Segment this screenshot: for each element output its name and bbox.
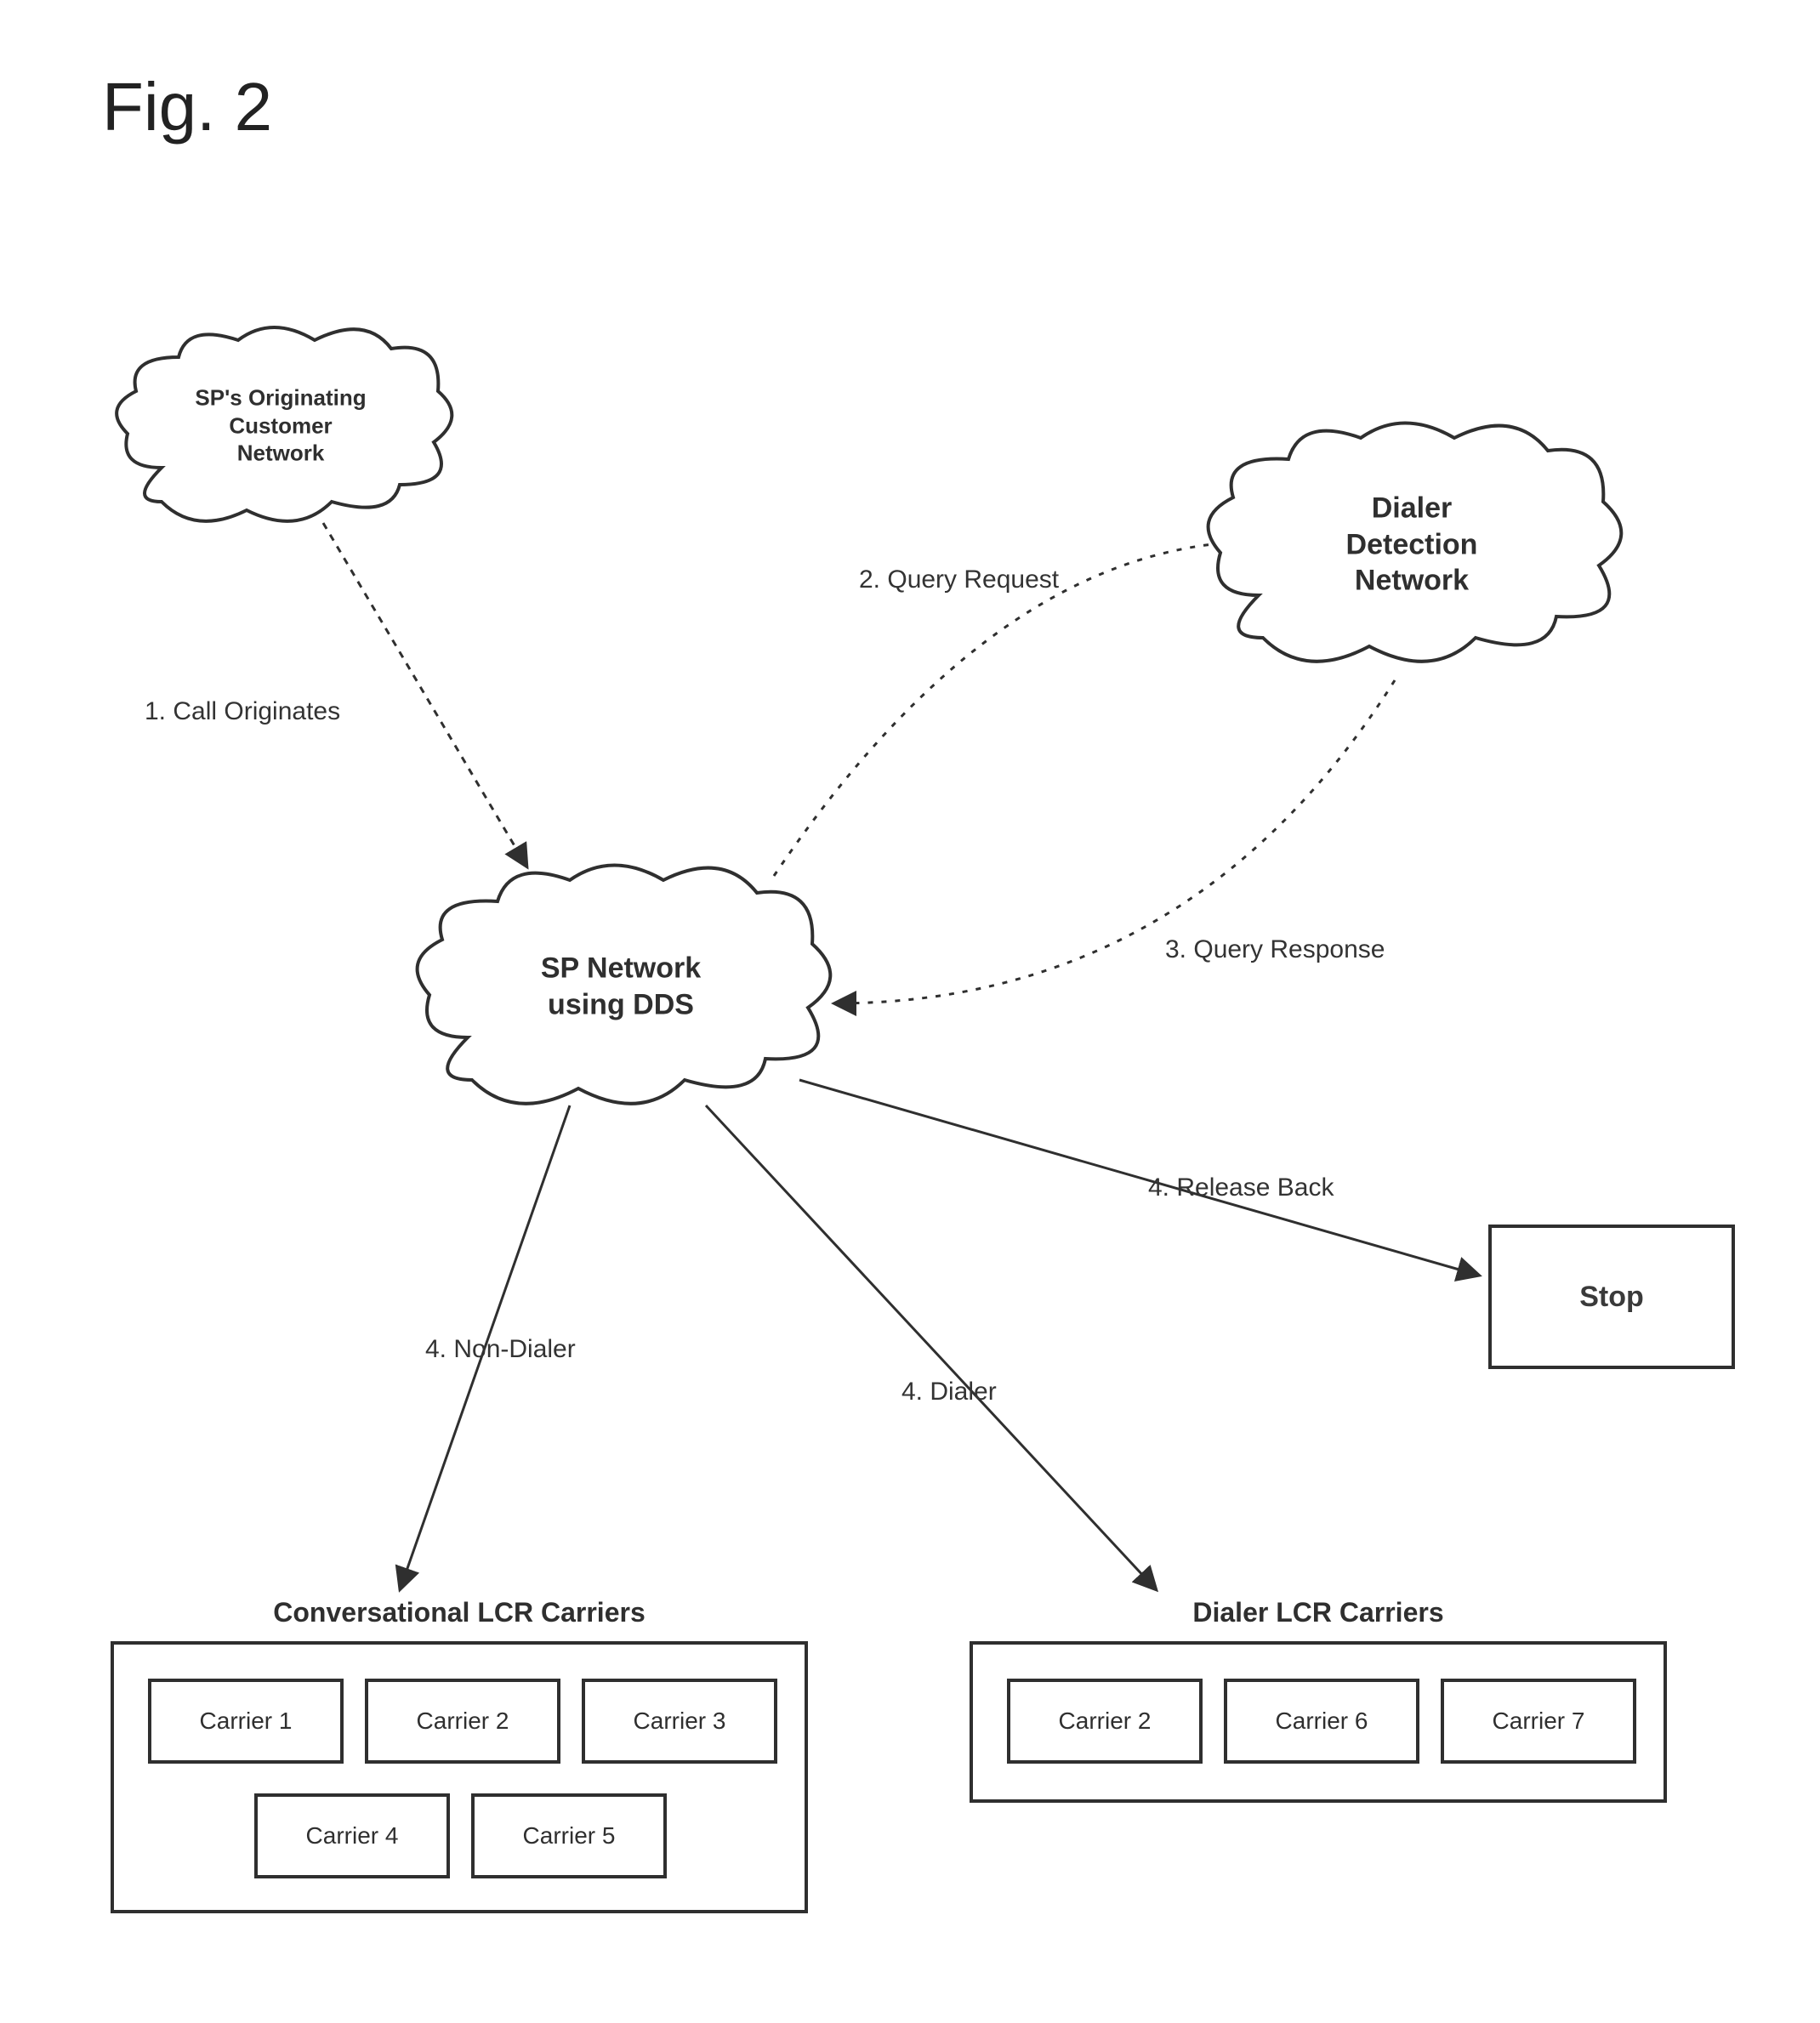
carrier-conv-4: Carrier 4 — [254, 1793, 450, 1878]
group-conversational-title: Conversational LCR Carriers — [114, 1597, 805, 1628]
figure-label: Fig. 2 — [102, 68, 272, 146]
group-dialer-title: Dialer LCR Carriers — [973, 1597, 1664, 1628]
stop-label: Stop — [1579, 1281, 1644, 1314]
diagram-canvas: Fig. 2 SP's Originating Customer Network — [0, 0, 1820, 2023]
cloud-customer-line3: Network — [138, 439, 424, 467]
group-dialer-carriers: Dialer LCR Carriers Carrier 2 Carrier 6 … — [970, 1641, 1667, 1803]
stop-box: Stop — [1488, 1225, 1735, 1369]
cloud-ddn-line3: Network — [1235, 562, 1589, 599]
edge-label-query-request: 2. Query Request — [859, 565, 1059, 594]
carrier-conv-2: Carrier 2 — [365, 1679, 560, 1764]
cloud-customer-line2: Customer — [138, 412, 424, 440]
cloud-customer-line1: SP's Originating — [138, 384, 424, 412]
edge-label-release-back: 4. Release Back — [1148, 1173, 1334, 1202]
edge-label-dialer: 4. Dialer — [901, 1378, 997, 1406]
group-conversational-carriers: Conversational LCR Carriers Carrier 1 Ca… — [111, 1641, 808, 1913]
edge-label-non-dialer: 4. Non-Dialer — [425, 1335, 576, 1364]
carrier-dialer-3: Carrier 7 — [1441, 1679, 1636, 1764]
edge-label-call-originates: 1. Call Originates — [145, 697, 340, 726]
carrier-conv-1: Carrier 1 — [148, 1679, 344, 1764]
cloud-ddn-line2: Detection — [1235, 526, 1589, 563]
carrier-conv-5: Carrier 5 — [471, 1793, 667, 1878]
cloud-ddn-line1: Dialer — [1235, 490, 1589, 526]
carrier-conv-3: Carrier 3 — [582, 1679, 777, 1764]
cloud-customer-network: SP's Originating Customer Network — [102, 306, 459, 544]
cloud-sp-network-dds: SP Network using DDS — [400, 842, 842, 1131]
cloud-dialer-detection-network: Dialer Detection Network — [1191, 400, 1633, 689]
carrier-dialer-1: Carrier 2 — [1007, 1679, 1203, 1764]
edge-label-query-response: 3. Query Response — [1165, 935, 1385, 964]
cloud-dds-line1: SP Network — [444, 951, 798, 987]
carrier-dialer-2: Carrier 6 — [1224, 1679, 1419, 1764]
cloud-dds-line2: using DDS — [444, 986, 798, 1023]
